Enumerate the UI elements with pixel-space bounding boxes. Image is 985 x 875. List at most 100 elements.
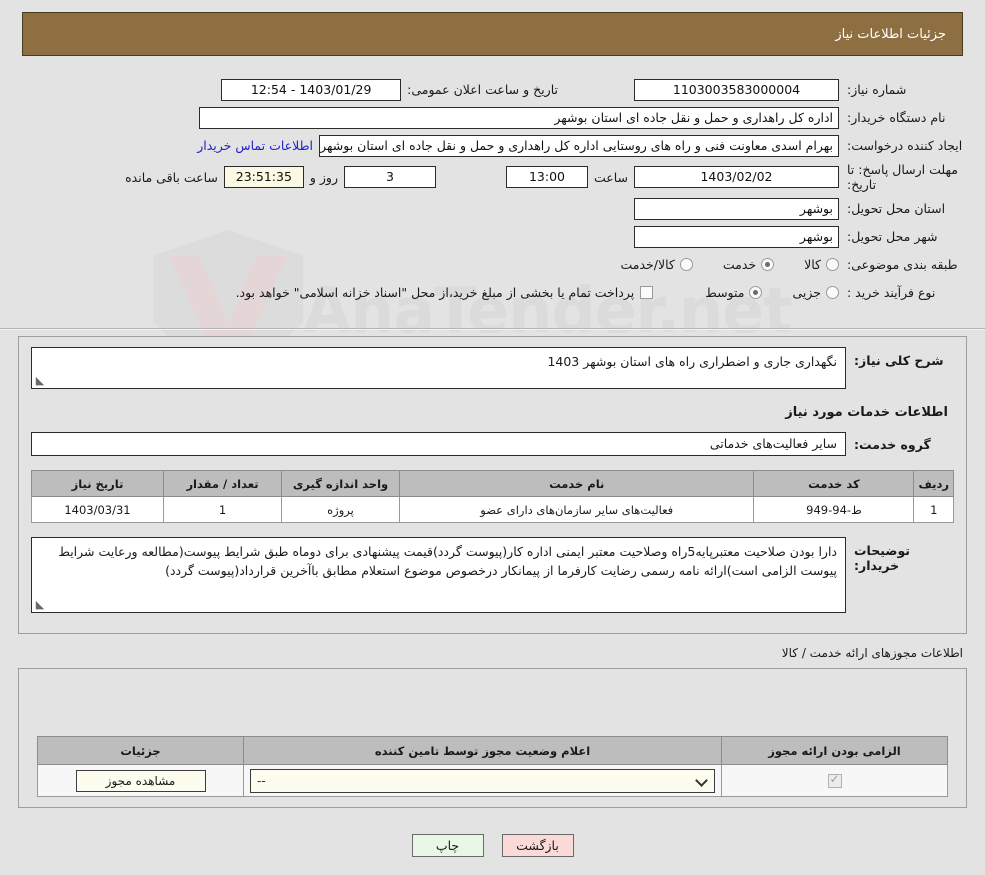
- deadline-hour-field[interactable]: 13:00: [506, 166, 588, 188]
- summary-textarea[interactable]: نگهداری جاری و اضطراری راه های استان بوش…: [31, 347, 846, 389]
- service-items-table: ردیف کد خدمت نام خدمت واحد اندازه گیری ت…: [31, 470, 954, 523]
- buyer-org-label: نام دستگاه خریدار:: [839, 110, 967, 126]
- category-option-goods-label: کالا: [804, 257, 821, 272]
- th-unit: واحد اندازه گیری: [282, 471, 400, 497]
- services-section-title: اطلاعات خدمات مورد نیاز: [31, 405, 948, 420]
- th-quantity: تعداد / مقدار: [164, 471, 282, 497]
- chevron-down-icon: [696, 775, 708, 787]
- page-root: AnaTender.net جزئیات اطلاعات نیاز شماره …: [0, 0, 985, 875]
- purchase-type-option-medium-label: متوسط: [705, 285, 744, 300]
- need-details-panel: شرح کلی نیاز: نگهداری جاری و اضطراری راه…: [18, 336, 967, 634]
- cell-permit-detail: مشاهده مجوز: [38, 765, 244, 797]
- checkbox-icon[interactable]: [640, 286, 653, 299]
- permit-status-value: --: [257, 774, 266, 788]
- th-permit-detail: جزئیات: [38, 737, 244, 765]
- row-buyer-notes: توضیحات خریدار: دارا بودن صلاحیت معتبرپا…: [31, 537, 954, 613]
- buyer-contact-link[interactable]: اطلاعات تماس خریدار: [191, 138, 319, 153]
- cell-service-code: ط-94-949: [754, 497, 914, 523]
- need-number-field[interactable]: 1103003583000004: [634, 79, 839, 101]
- summary-label: شرح کلی نیاز:: [846, 347, 954, 368]
- purchase-type-option-minor[interactable]: جزیی: [792, 285, 839, 300]
- row-summary: شرح کلی نیاز: نگهداری جاری و اضطراری راه…: [31, 347, 954, 389]
- category-option-goods[interactable]: کالا: [804, 257, 839, 272]
- buyer-notes-text: دارا بودن صلاحیت معتبرپایه5راه وصلاحیت م…: [58, 544, 837, 578]
- buyer-notes-textarea[interactable]: دارا بودن صلاحیت معتبرپایه5راه وصلاحیت م…: [31, 537, 846, 613]
- deadline-label: مهلت ارسال پاسخ: تا تاریخ:: [839, 162, 967, 192]
- cell-quantity: 1: [164, 497, 282, 523]
- delivery-city-label: شهر محل تحویل:: [839, 229, 967, 245]
- remaining-clock-field: 23:51:35: [224, 166, 304, 188]
- permits-row: -- مشاهده مجوز: [38, 765, 948, 797]
- print-button[interactable]: چاپ: [412, 834, 484, 857]
- category-option-goods-service-label: کالا/خدمت: [620, 257, 674, 272]
- delivery-city-field[interactable]: بوشهر: [634, 226, 839, 248]
- radio-icon[interactable]: [826, 286, 839, 299]
- delivery-province-label: استان محل تحویل:: [839, 201, 967, 217]
- back-button[interactable]: بازگشت: [502, 834, 574, 857]
- purchase-type-option-medium[interactable]: متوسط: [705, 285, 762, 300]
- purchase-type-label: نوع فرآیند خرید :: [839, 285, 967, 301]
- th-service-code: کد خدمت: [754, 471, 914, 497]
- page-header: جزئیات اطلاعات نیاز: [22, 12, 963, 56]
- row-buyer-org: نام دستگاه خریدار: اداره کل راهداری و حم…: [18, 106, 967, 129]
- th-radif: ردیف: [914, 471, 954, 497]
- radio-icon-selected[interactable]: [761, 258, 774, 271]
- table-header-row: ردیف کد خدمت نام خدمت واحد اندازه گیری ت…: [32, 471, 954, 497]
- cell-radif: 1: [914, 497, 954, 523]
- remaining-days-field: 3: [344, 166, 436, 188]
- purchase-type-radio-group: جزیی متوسط: [679, 285, 839, 300]
- deadline-hour-label: ساعت: [588, 170, 634, 185]
- row-deadline: مهلت ارسال پاسخ: تا تاریخ: 1403/02/02 سا…: [18, 162, 967, 192]
- page-title: جزئیات اطلاعات نیاز: [835, 27, 946, 42]
- th-service-name: نام خدمت: [400, 471, 754, 497]
- service-group-label: گروه خدمت:: [846, 437, 954, 452]
- th-permit-required: الزامی بودن ارائه مجوز: [722, 737, 948, 765]
- resize-grip-icon[interactable]: ◢: [34, 375, 46, 387]
- category-radio-group: کالا خدمت کالا/خدمت: [594, 257, 839, 272]
- service-group-field[interactable]: سایر فعالیت‌های خدماتی: [31, 432, 846, 456]
- public-announce-field[interactable]: 1403/01/29 - 12:54: [221, 79, 401, 101]
- permit-status-select[interactable]: --: [250, 769, 715, 793]
- remaining-clock-label: ساعت باقی مانده: [119, 170, 224, 185]
- category-label: طبقه بندی موضوعی:: [839, 257, 967, 273]
- checkbox-checked-icon: [828, 774, 842, 788]
- divider: [0, 328, 985, 330]
- buyer-org-field[interactable]: اداره کل راهداری و حمل و نقل جاده ای است…: [199, 107, 839, 129]
- cell-permit-status: --: [244, 765, 722, 797]
- cell-permit-required: [722, 765, 948, 797]
- creator-label: ایجاد کننده درخواست:: [839, 138, 967, 154]
- row-creator: ایجاد کننده درخواست: بهرام اسدی معاونت ف…: [18, 134, 967, 157]
- treasury-bond-checkbox-label: پرداخت تمام یا بخشی از مبلغ خرید،از محل …: [236, 285, 635, 300]
- purchase-type-option-minor-label: جزیی: [792, 285, 821, 300]
- footer-actions: بازگشت چاپ: [0, 834, 985, 857]
- th-permit-status: اعلام وضعیت مجوز توسط تامین کننده: [244, 737, 722, 765]
- resize-grip-icon[interactable]: ◢: [34, 599, 46, 611]
- remaining-days-label: روز و: [304, 170, 344, 185]
- radio-icon[interactable]: [680, 258, 693, 271]
- th-need-date: تاریخ نیاز: [32, 471, 164, 497]
- category-option-goods-service[interactable]: کالا/خدمت: [620, 257, 692, 272]
- radio-icon-selected[interactable]: [749, 286, 762, 299]
- table-row: 1 ط-94-949 فعالیت‌های سایر سازمان‌های دا…: [32, 497, 954, 523]
- category-option-service-label: خدمت: [723, 257, 756, 272]
- creator-field[interactable]: بهرام اسدی معاونت فنی و راه های روستایی …: [319, 135, 839, 157]
- category-option-service[interactable]: خدمت: [723, 257, 774, 272]
- deadline-date-field[interactable]: 1403/02/02: [634, 166, 839, 188]
- view-permit-button[interactable]: مشاهده مجوز: [76, 770, 206, 792]
- need-number-label: شماره نیاز:: [839, 82, 967, 98]
- row-purchase-type: نوع فرآیند خرید : جزیی متوسط پرداخت تمام…: [18, 281, 967, 304]
- permits-panel: الزامی بودن ارائه مجوز اعلام وضعیت مجوز …: [18, 668, 967, 808]
- row-need-number: شماره نیاز: 1103003583000004 تاریخ و ساع…: [18, 78, 967, 101]
- summary-text: نگهداری جاری و اضطراری راه های استان بوش…: [547, 354, 837, 369]
- public-announce-label: تاریخ و ساعت اعلان عمومی:: [401, 82, 564, 97]
- permits-table: الزامی بودن ارائه مجوز اعلام وضعیت مجوز …: [37, 736, 948, 797]
- cell-unit: پروژه: [282, 497, 400, 523]
- row-delivery-city: شهر محل تحویل: بوشهر: [18, 225, 967, 248]
- delivery-province-field[interactable]: بوشهر: [634, 198, 839, 220]
- row-delivery-province: استان محل تحویل: بوشهر: [18, 197, 967, 220]
- row-service-group: گروه خدمت: سایر فعالیت‌های خدماتی: [31, 432, 954, 456]
- buyer-notes-label: توضیحات خریدار:: [846, 537, 954, 573]
- treasury-bond-checkbox-row[interactable]: پرداخت تمام یا بخشی از مبلغ خرید،از محل …: [236, 285, 654, 300]
- radio-icon[interactable]: [826, 258, 839, 271]
- cell-need-date: 1403/03/31: [32, 497, 164, 523]
